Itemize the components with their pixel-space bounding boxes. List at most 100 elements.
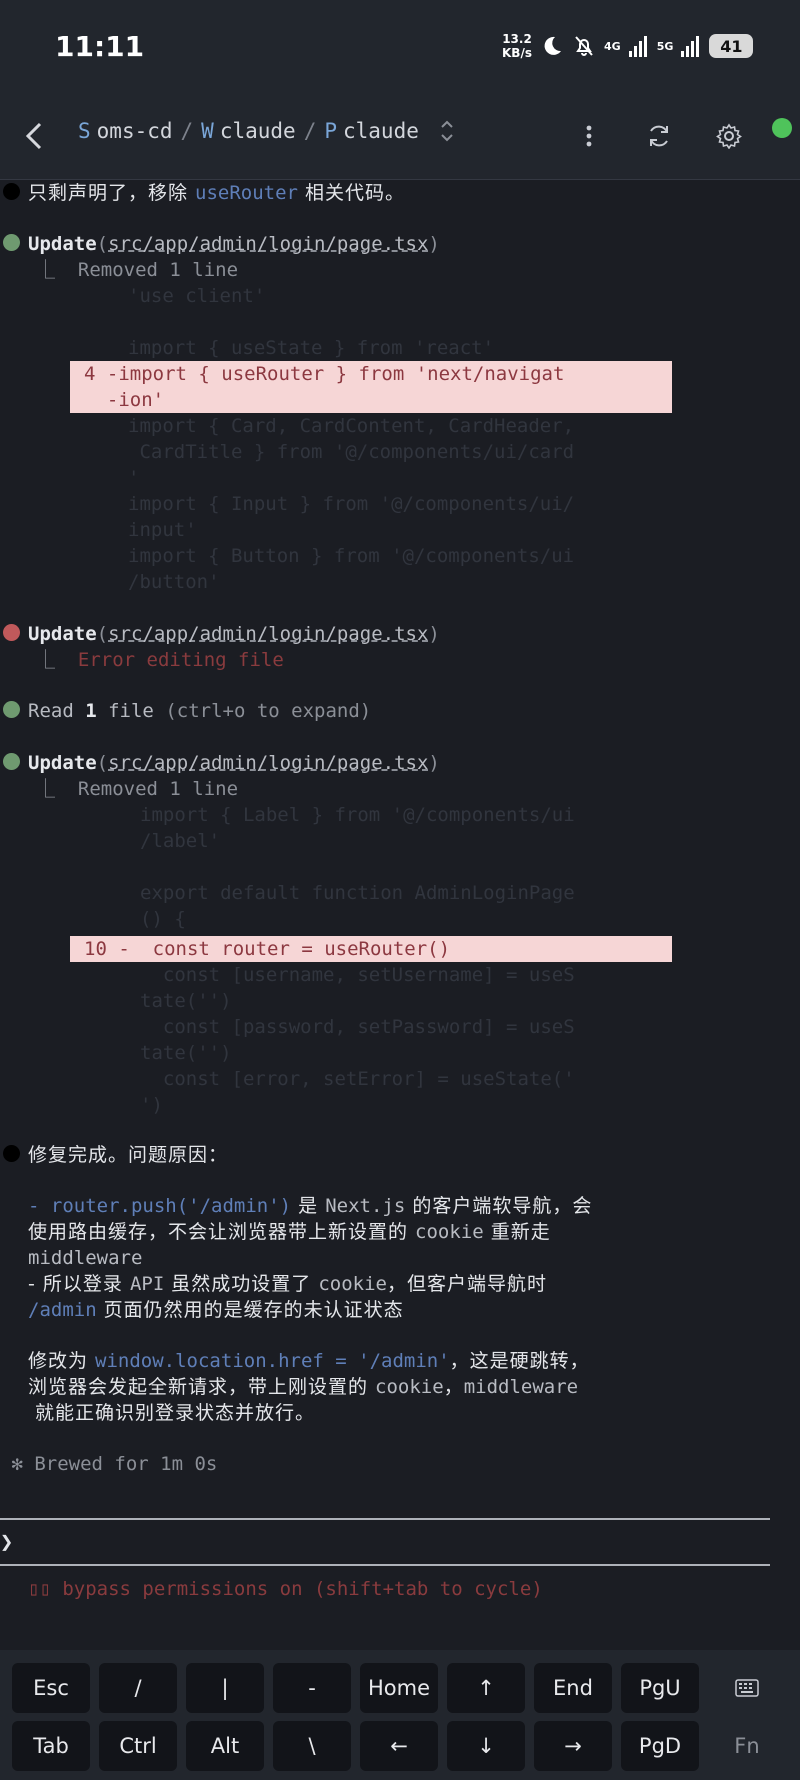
crumb-pane-name: claude bbox=[343, 119, 419, 143]
key-home[interactable]: Home bbox=[360, 1663, 438, 1713]
signal-icon bbox=[628, 36, 647, 57]
terminal-output[interactable]: 只剩声明了，移除 useRouter 相关代码。 Update(src/app/… bbox=[0, 180, 800, 1650]
status-icons: 4G 5G 41 bbox=[540, 30, 754, 62]
diff-removed-line: 4 -import { useRouter } from 'next/navig… bbox=[84, 363, 565, 385]
diff-line: input' bbox=[128, 519, 197, 541]
refresh-icon bbox=[650, 125, 668, 147]
key-up[interactable]: ↑ bbox=[447, 1663, 525, 1713]
key-left[interactable]: ← bbox=[360, 1721, 438, 1771]
message-paragraph: /admin 页面仍然用的是缓存的未认证状态 bbox=[28, 1299, 404, 1321]
diff-line: /label' bbox=[140, 830, 221, 852]
prompt-caret-icon: ❯ bbox=[0, 1530, 14, 1555]
diff-line: tate('') bbox=[140, 990, 232, 1012]
message-paragraph: middleware bbox=[28, 1247, 143, 1269]
message-bullet bbox=[3, 183, 20, 200]
tool-call-update: Update(src/app/admin/login/page.tsx) bbox=[0, 750, 440, 776]
input-divider-top bbox=[0, 1518, 770, 1520]
diff-line: CardTitle } from '@/components/ui/card bbox=[128, 441, 575, 463]
diff-line: const [password, setPassword] = useS bbox=[140, 1016, 575, 1038]
message-paragraph: 修改为 window.location.href = '/admin'，这是硬跳… bbox=[28, 1350, 590, 1372]
message-paragraph: - router.push('/admin') 是 Next.js 的客户端软导… bbox=[28, 1195, 593, 1217]
diff-line: import { Label } from '@/components/ui bbox=[140, 804, 575, 826]
network-speed: 13.2 KB/s bbox=[502, 32, 532, 60]
diff-line: const [error, setError] = useState(' bbox=[140, 1068, 575, 1090]
extra-keys-bar: Esc / | - Home ↑ End PgU Tab Ctrl Alt \ … bbox=[0, 1650, 800, 1780]
key-down[interactable]: ↓ bbox=[447, 1721, 525, 1771]
key-esc[interactable]: Esc bbox=[12, 1663, 90, 1713]
brewed-status: ✻ Brewed for 1m 0s bbox=[0, 1453, 218, 1475]
diff-line: /button' bbox=[128, 571, 220, 593]
prompt-input[interactable]: ❯ bbox=[0, 1530, 13, 1555]
tool-result: ⎿ Removed 1 line bbox=[36, 778, 239, 800]
success-bullet bbox=[3, 753, 20, 770]
moon-icon bbox=[544, 36, 561, 55]
success-bullet bbox=[3, 234, 20, 251]
assistant-message: 修复完成。问题原因： bbox=[0, 1142, 228, 1168]
key-end[interactable]: End bbox=[534, 1663, 612, 1713]
success-bullet bbox=[3, 701, 20, 718]
key-ctrl[interactable]: Ctrl bbox=[99, 1721, 177, 1771]
keyboard-toggle-button[interactable] bbox=[708, 1663, 786, 1713]
message-paragraph: - 所以登录 API 虽然成功设置了 cookie，但客户端导航时 bbox=[28, 1273, 548, 1295]
battery-indicator: 41 bbox=[709, 34, 754, 58]
connection-status-dot bbox=[772, 118, 792, 138]
tool-result: ⎿ Removed 1 line bbox=[36, 259, 239, 281]
network-4g: 4G bbox=[604, 39, 621, 53]
more-vertical-icon bbox=[586, 125, 592, 147]
tool-call-update: Update(src/app/admin/login/page.tsx) bbox=[0, 621, 440, 647]
message-bullet bbox=[3, 1145, 20, 1162]
settings-button[interactable] bbox=[705, 112, 753, 160]
tool-result-error: ⎿ Error editing file bbox=[36, 649, 284, 671]
refresh-button[interactable] bbox=[635, 112, 683, 160]
network-5g: 5G bbox=[656, 39, 674, 53]
tool-call-update: Update(src/app/admin/login/page.tsx) bbox=[0, 231, 440, 257]
key-minus[interactable]: - bbox=[273, 1663, 351, 1713]
assistant-message: 只剩声明了，移除 useRouter 相关代码。 bbox=[0, 180, 405, 206]
diff-line: 'use client' bbox=[128, 285, 266, 307]
clock: 11:11 bbox=[55, 30, 145, 63]
key-backslash[interactable]: \ bbox=[273, 1721, 351, 1771]
asterisk-icon: ✻ bbox=[0, 1453, 35, 1475]
bell-off-icon bbox=[575, 36, 593, 56]
diff-line: ') bbox=[140, 1094, 163, 1116]
diff-removed-line: 10 - const router = useRouter() bbox=[84, 938, 451, 960]
message-paragraph: 就能正确识别登录状态并放行。 bbox=[28, 1402, 316, 1424]
key-fn[interactable]: Fn bbox=[708, 1721, 786, 1771]
error-bullet bbox=[3, 624, 20, 641]
message-paragraph: 使用路由缓存，不会让浏览器带上新设置的 cookie 重新走 bbox=[28, 1221, 551, 1243]
key-slash[interactable]: / bbox=[99, 1663, 177, 1713]
crumb-session-name: oms-cd bbox=[96, 119, 173, 143]
crumb-window-letter: W bbox=[201, 119, 214, 143]
breadcrumb[interactable]: S oms-cd / W claude / P claude bbox=[78, 118, 455, 144]
key-right[interactable]: → bbox=[534, 1721, 612, 1771]
diff-line: tate('') bbox=[140, 1042, 232, 1064]
status-bar: 11:11 13.2 KB/s 4G 5G 41 bbox=[0, 0, 800, 92]
diff-line: import { Card, CardContent, CardHeader, bbox=[128, 415, 575, 437]
gear-icon bbox=[716, 123, 742, 149]
diff-line: export default function AdminLoginPage bbox=[140, 882, 575, 904]
diff-line: import { Button } from '@/components/ui bbox=[128, 545, 575, 567]
more-menu-button[interactable] bbox=[565, 112, 613, 160]
diff-line: import { Input } from '@/components/ui/ bbox=[128, 493, 575, 515]
key-pgup[interactable]: PgU bbox=[621, 1663, 699, 1713]
back-button[interactable] bbox=[14, 112, 54, 160]
diff-line: () { bbox=[140, 908, 186, 930]
chevron-updown-icon[interactable] bbox=[439, 118, 455, 144]
diff-line: ' bbox=[128, 467, 140, 489]
crumb-window-name: claude bbox=[219, 119, 296, 143]
key-pipe[interactable]: | bbox=[186, 1663, 264, 1713]
key-pgdn[interactable]: PgD bbox=[621, 1721, 699, 1771]
diff-line: import { useState } from 'react' bbox=[128, 337, 495, 359]
message-paragraph: 浏览器会发起全新请求，带上刚设置的 cookie，middleware bbox=[28, 1376, 579, 1398]
key-tab[interactable]: Tab bbox=[12, 1721, 90, 1771]
key-alt[interactable]: Alt bbox=[186, 1721, 264, 1771]
diff-line: const [username, setUsername] = useS bbox=[140, 964, 575, 986]
tool-call-read: Read 1 file (ctrl+o to expand) bbox=[0, 698, 371, 724]
permission-mode-indicator[interactable]: ▯▯ bypass permissions on (shift+tab to c… bbox=[28, 1576, 543, 1602]
app-header: S oms-cd / W claude / P claude bbox=[0, 92, 800, 180]
input-divider-bottom bbox=[0, 1564, 770, 1566]
crumb-separator: / bbox=[180, 119, 194, 143]
signal-icon bbox=[681, 36, 700, 57]
chevron-left-icon bbox=[25, 122, 42, 150]
diff-removed-line: -ion' bbox=[84, 389, 165, 411]
